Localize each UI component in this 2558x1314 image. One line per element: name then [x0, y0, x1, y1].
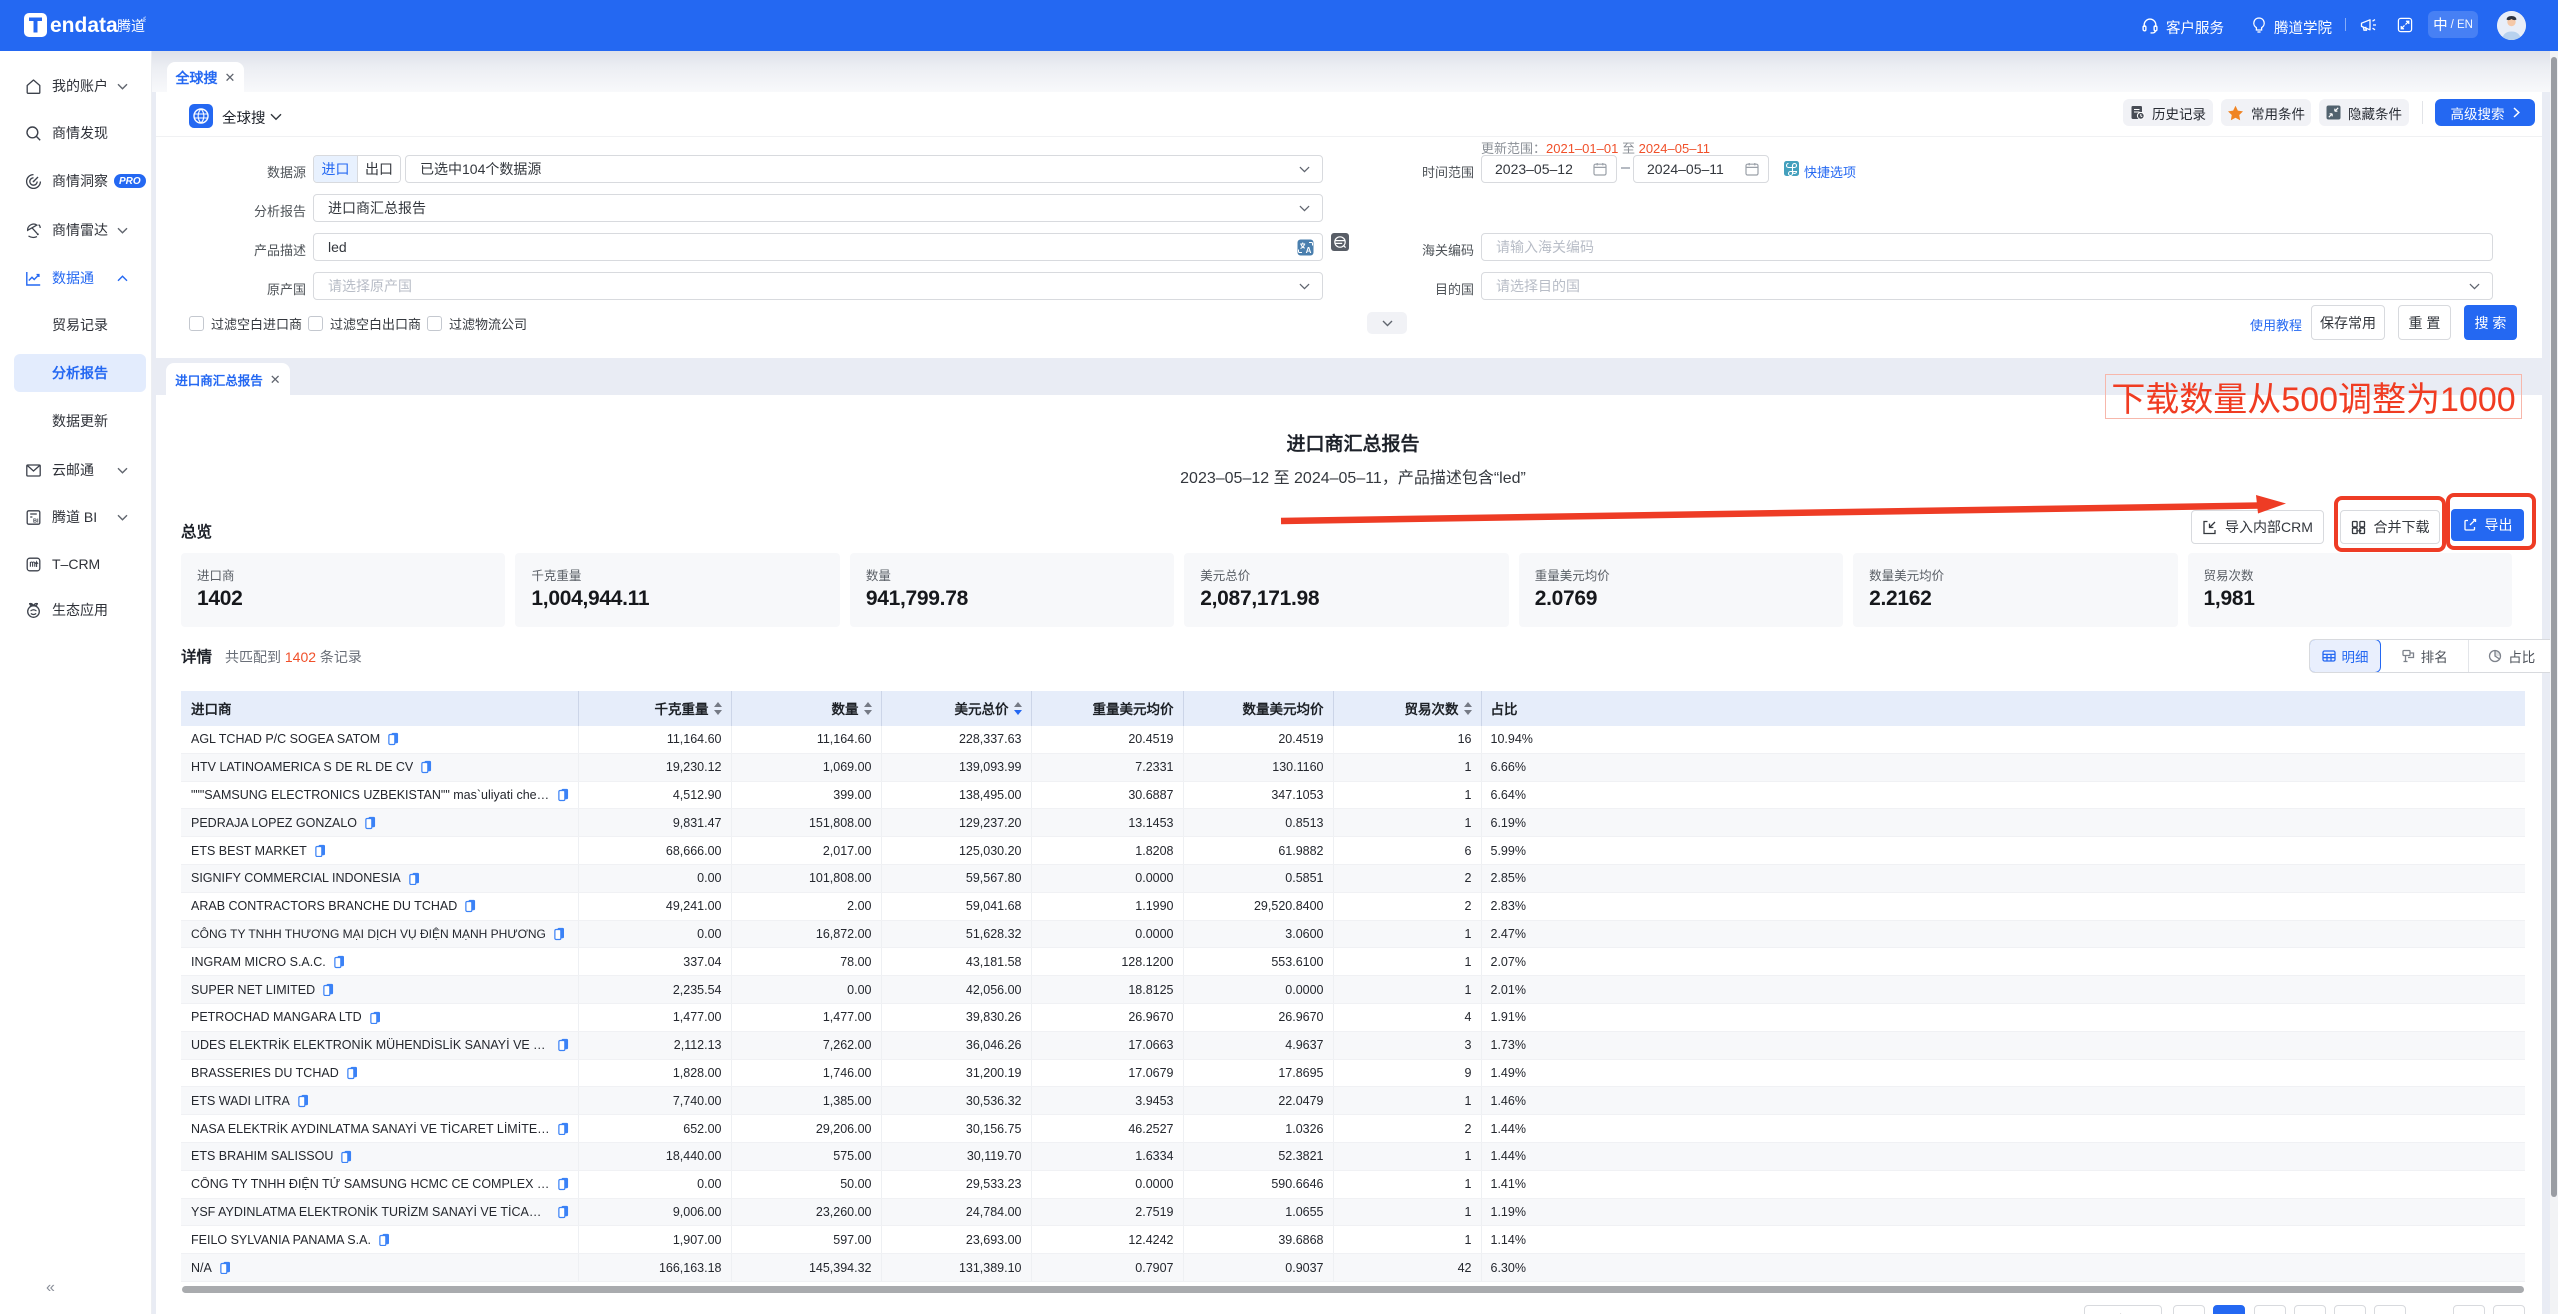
- svg-text:BI: BI: [33, 518, 39, 524]
- svg-text:A: A: [1306, 245, 1312, 254]
- svg-text:腾道: 腾道: [117, 18, 145, 34]
- svg-text:®: ®: [143, 16, 146, 24]
- svg-text:endata: endata: [50, 14, 118, 37]
